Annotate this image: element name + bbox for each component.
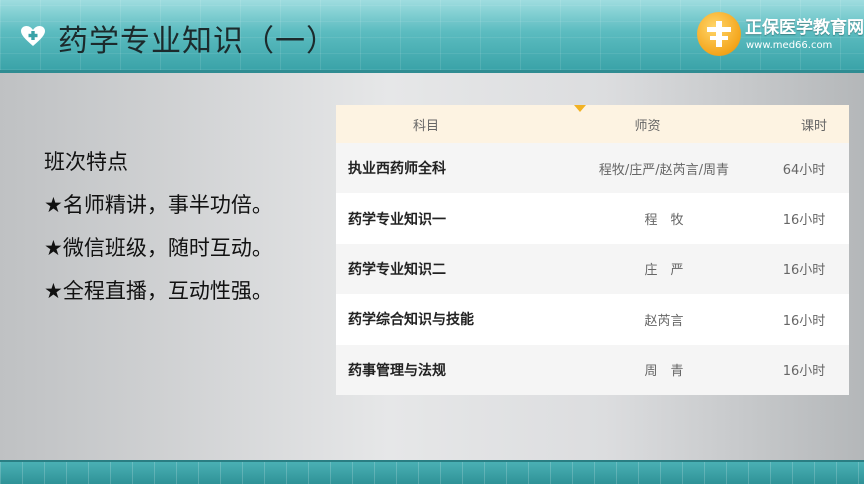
cell-teacher: 庄 严 (644, 263, 684, 279)
cell-teacher: 程 牧 (644, 213, 684, 229)
table-row: 药学专业知识一 程 牧 16小时 (336, 193, 849, 243)
table-header: 科目 师资 课时 (336, 105, 849, 143)
cell-subject: 药学专业知识一 (348, 211, 446, 228)
course-table: 科目 师资 课时 执业西药师全科 程牧/庄严/赵芮言/周青 64小时 药学专业知… (336, 105, 849, 395)
cell-subject: 执业西药师全科 (348, 161, 446, 178)
table-body: 执业西药师全科 程牧/庄严/赵芮言/周青 64小时 药学专业知识一 程 牧 16… (336, 143, 849, 395)
column-header-teacher: 师资 (634, 118, 661, 134)
feature-item: ★微信班级，随时互动。 (44, 236, 273, 260)
caret-down-icon (574, 105, 586, 112)
medical-cross-logo-icon (697, 12, 741, 56)
brand-name: 正保医学教育网 (745, 18, 864, 38)
cell-hours: 16小时 (782, 364, 826, 380)
page-title: 药学专业知识（一） (58, 24, 337, 59)
column-header-hours: 课时 (800, 118, 827, 134)
table-row: 药学综合知识与技能 赵芮言 16小时 (336, 294, 849, 344)
header-bar: 药学专业知识（一） 正保医学教育网 www.med66.com (0, 0, 864, 73)
feature-item: ★名师精讲，事半功倍。 (44, 193, 273, 217)
cell-subject: 药学综合知识与技能 (348, 312, 474, 329)
cell-teacher: 赵芮言 (644, 313, 684, 329)
cell-subject: 药学专业知识二 (348, 261, 446, 278)
cell-hours: 16小时 (782, 213, 826, 229)
feature-item: ★全程直播，互动性强。 (44, 279, 273, 303)
cell-hours: 64小时 (782, 162, 826, 178)
heart-plus-icon (21, 26, 45, 46)
features-heading: 班次特点 (44, 150, 128, 174)
cell-subject: 药事管理与法规 (348, 362, 446, 379)
cell-teacher: 程牧/庄严/赵芮言/周青 (598, 162, 730, 178)
cell-hours: 16小时 (782, 313, 826, 329)
table-row: 药事管理与法规 周 青 16小时 (336, 344, 849, 395)
footer-bar (0, 460, 864, 484)
brand-logo: 正保医学教育网 www.med66.com (697, 10, 864, 60)
class-features: 班次特点 ★名师精讲，事半功倍。 ★微信班级，随时互动。 ★全程直播，互动性强。 (44, 141, 273, 313)
column-header-subject: 科目 (412, 118, 439, 134)
cell-teacher: 周 青 (644, 364, 684, 380)
cell-hours: 16小时 (782, 263, 826, 279)
table-row: 药学专业知识二 庄 严 16小时 (336, 243, 849, 295)
table-row: 执业西药师全科 程牧/庄严/赵芮言/周青 64小时 (336, 143, 849, 194)
brand-url: www.med66.com (746, 40, 833, 51)
